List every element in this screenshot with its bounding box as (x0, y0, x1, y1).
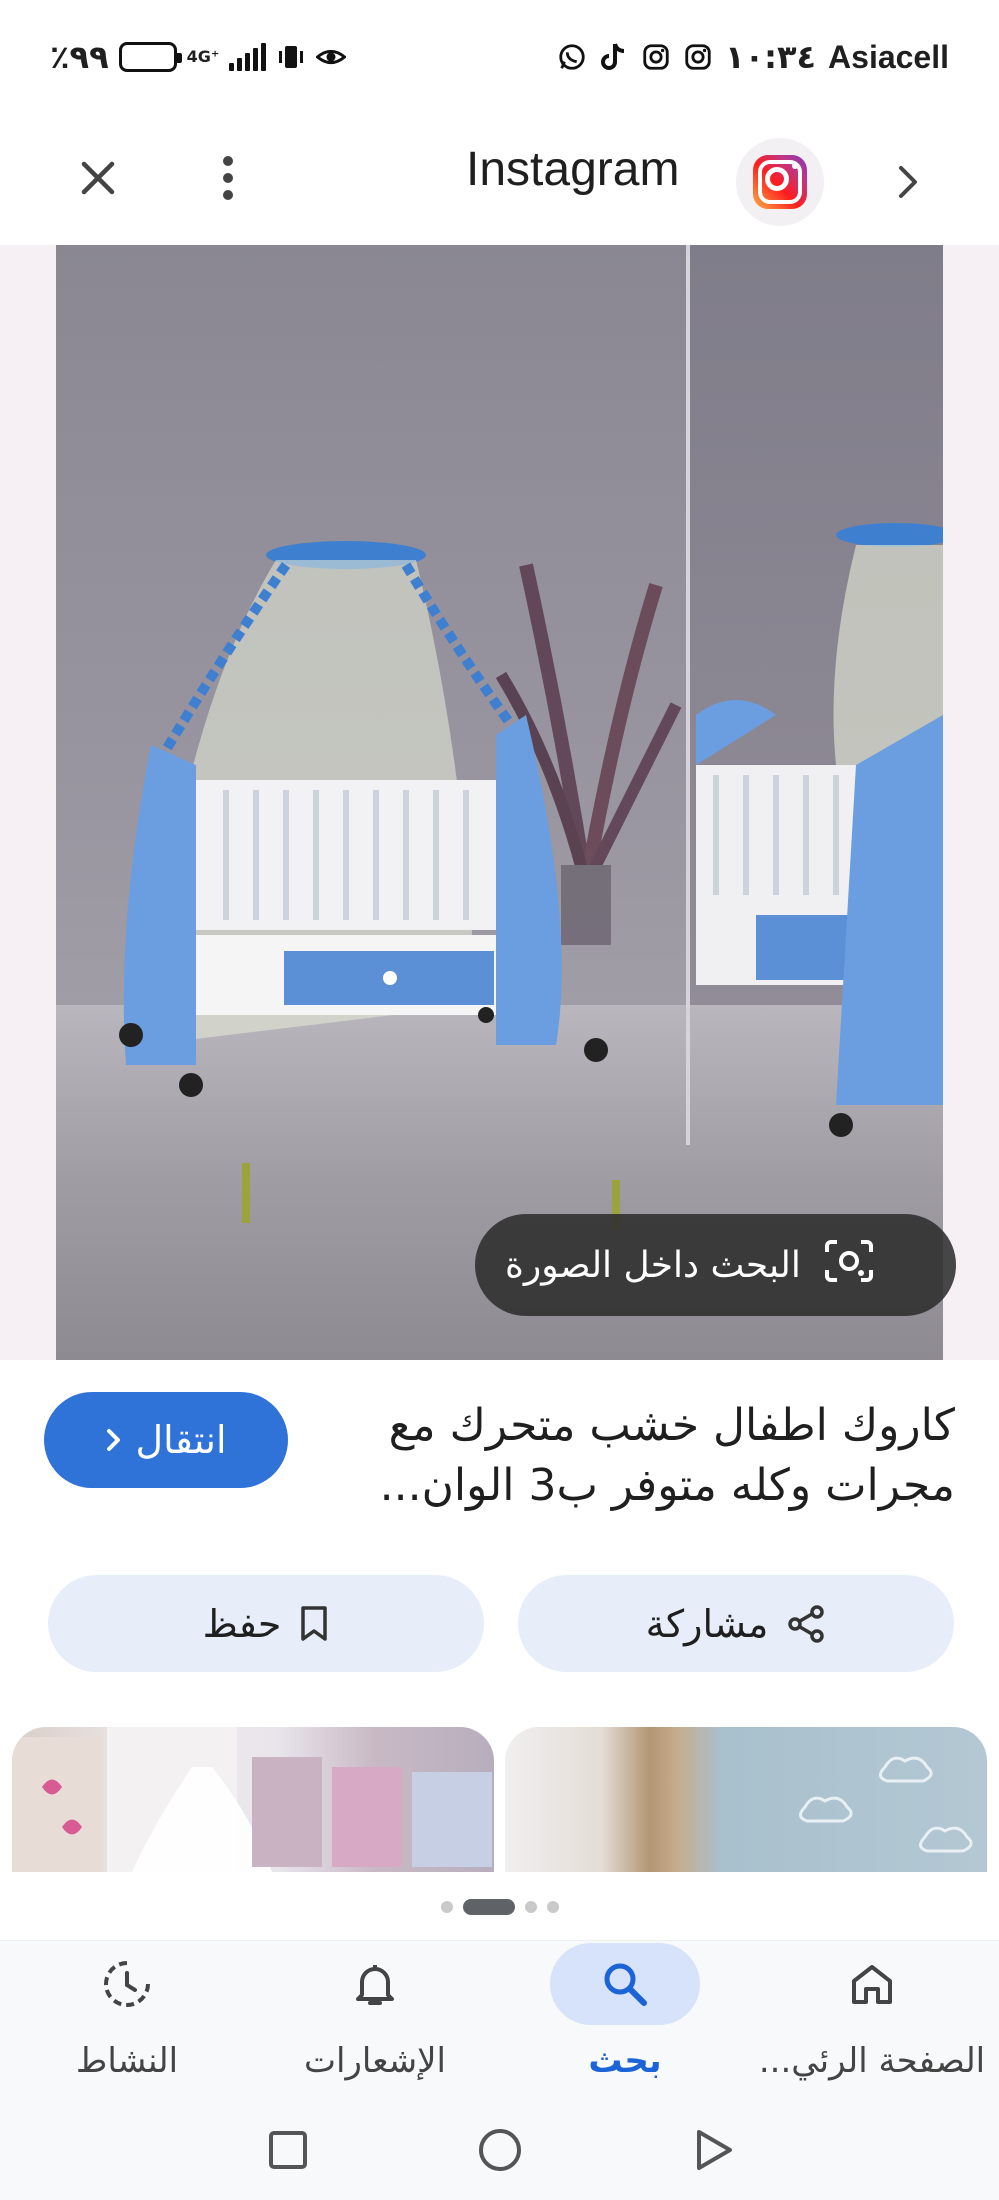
status-left: ٪٩٩ 4G⁺ (50, 38, 347, 76)
search-icon (604, 1963, 647, 2006)
recents-button[interactable] (258, 2120, 318, 2180)
nav-home-label: الصفحة الرئي... (758, 2041, 986, 2081)
open-source-button[interactable] (880, 154, 936, 210)
clock: ١٠:٣٤ (725, 38, 817, 76)
related-thumbnail[interactable] (12, 1727, 494, 1872)
home-button[interactable] (470, 2120, 530, 2180)
product-photo[interactable] (56, 245, 943, 1360)
instagram-logo-icon[interactable] (736, 138, 824, 226)
nav-activity-label: النشاط (75, 2041, 179, 2081)
carrier-name: Asiacell (828, 38, 949, 75)
source-title[interactable]: Instagram (466, 140, 679, 200)
share-icon (788, 1604, 825, 1643)
pager-dot[interactable] (524, 1901, 537, 1913)
more-options-button[interactable] (200, 150, 256, 206)
search-inside-image-button[interactable]: البحث داخل الصورة (475, 1214, 956, 1316)
whatsapp-icon (557, 42, 587, 72)
save-label: حفظ (202, 1601, 282, 1646)
carousel-pager (0, 1897, 999, 1917)
pager-dot[interactable] (546, 1901, 559, 1913)
triangle-icon (697, 2130, 732, 2170)
eye-icon (316, 42, 347, 72)
close-icon (81, 161, 115, 195)
vibrate-icon (276, 42, 306, 72)
battery-percent: ٪٩٩ (50, 38, 109, 76)
close-button[interactable] (70, 150, 126, 206)
more-vert-icon (223, 156, 233, 200)
action-row: مشاركة حفظ (0, 1575, 999, 1675)
share-label: مشاركة (645, 1601, 769, 1646)
system-navigation-bar (0, 2100, 999, 2200)
status-right: ١٠:٣٤ Asiacell (557, 38, 949, 76)
image-viewer: البحث داخل الصورة (0, 245, 999, 1360)
activity-icon (104, 1961, 150, 2007)
save-button[interactable]: حفظ (48, 1575, 484, 1672)
back-button[interactable] (684, 2120, 744, 2180)
status-bar: ٪٩٩ 4G⁺ ١٠:٣٤ Asiacell (0, 0, 999, 120)
related-results (0, 1727, 999, 1872)
nav-notifications[interactable]: الإشعارات (260, 1941, 490, 2101)
nav-activity[interactable]: النشاط (12, 1941, 242, 2101)
nav-notifications-label: الإشعارات (304, 2041, 446, 2081)
top-app-bar: Instagram (0, 120, 999, 245)
crib-illustration (119, 523, 943, 1230)
bookmark-icon (301, 1605, 328, 1641)
result-details: كاروك اطفال خشب متحرك مع مجرات وكله متوف… (0, 1360, 999, 1540)
home-icon (852, 1965, 892, 2004)
chevron-right-icon (899, 166, 917, 198)
share-button[interactable]: مشاركة (518, 1575, 954, 1672)
pager-dot-active[interactable] (462, 1899, 515, 1915)
related-thumbnail[interactable] (505, 1727, 987, 1872)
instagram-icon (641, 42, 671, 72)
square-icon (269, 2131, 307, 2169)
visit-button[interactable]: انتقال (44, 1392, 288, 1488)
circle-icon (479, 2129, 521, 2171)
nav-search[interactable]: بحث (510, 1941, 740, 2101)
tiktok-icon (599, 42, 629, 72)
battery-icon (118, 42, 182, 72)
pager-dot[interactable] (440, 1901, 453, 1913)
signal-icon (229, 43, 267, 71)
nav-search-label: بحث (588, 2041, 662, 2081)
bell-icon (356, 1965, 394, 2005)
network-type: 4G⁺ (186, 47, 220, 66)
nav-home[interactable]: الصفحة الرئي... (757, 1941, 987, 2101)
lens-icon (823, 1238, 875, 1293)
thumbnail-image (799, 1756, 973, 1853)
result-title[interactable]: كاروك اطفال خشب متحرك مع مجرات وكله متوف… (335, 1396, 955, 1516)
search-inside-image-label: البحث داخل الصورة (505, 1244, 801, 1286)
chevron-right-icon (106, 1429, 120, 1451)
bottom-navigation: الصفحة الرئي... بحث الإشعارات النشاط (0, 1940, 999, 2100)
instagram-icon (683, 42, 713, 72)
thumbnail-image (12, 1727, 492, 1872)
visit-label: انتقال (135, 1418, 227, 1462)
